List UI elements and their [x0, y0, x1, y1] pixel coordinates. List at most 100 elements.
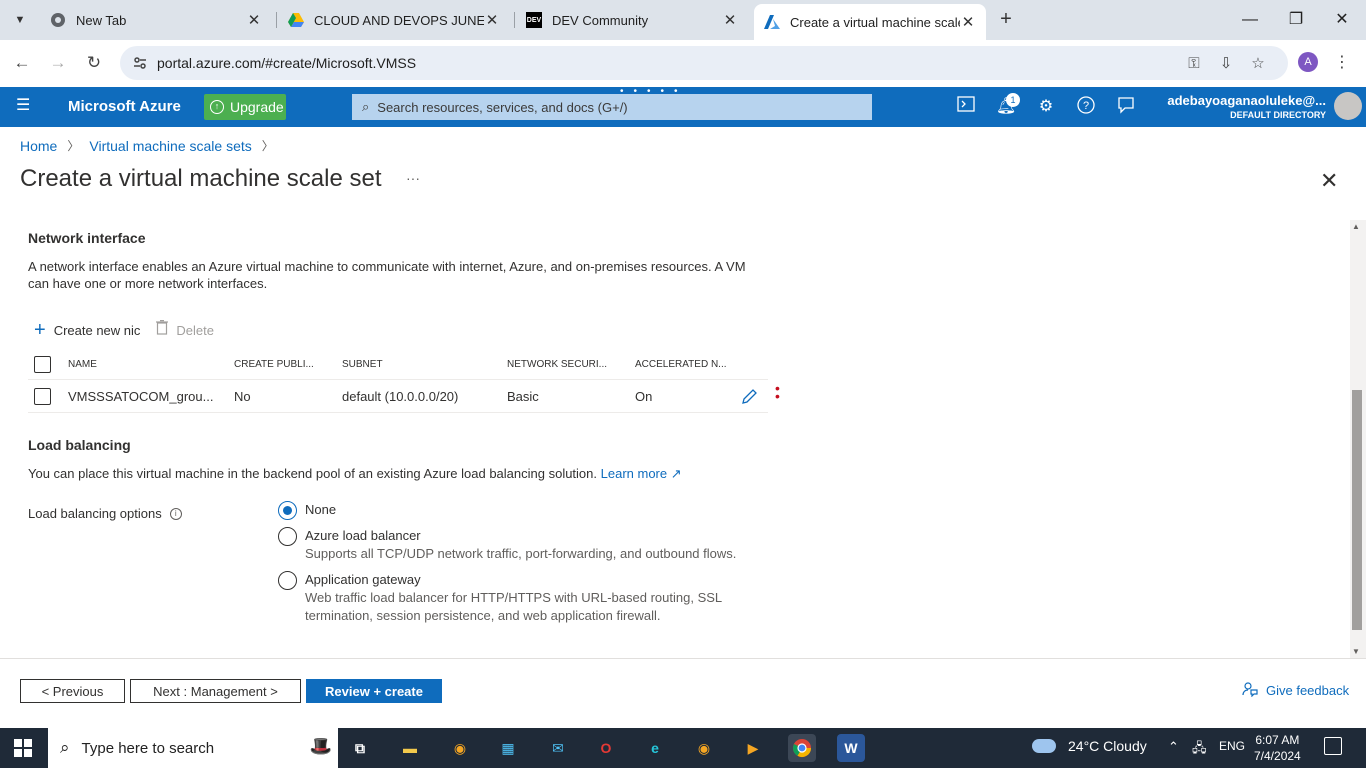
account-avatar[interactable]: [1334, 92, 1362, 120]
close-tab-icon[interactable]: ✕: [246, 11, 262, 29]
microsoft-store-icon[interactable]: ▦: [494, 734, 522, 762]
learn-more-link[interactable]: Learn more ↗: [601, 466, 682, 481]
browser-menu-icon[interactable]: ⋮: [1334, 52, 1350, 72]
row-checkbox[interactable]: [34, 380, 51, 412]
word-icon[interactable]: W: [837, 734, 865, 762]
column-header-subnet[interactable]: SUBNET: [342, 350, 383, 379]
azure-top-bar: ☰ Microsoft Azure ↑ Upgrade ••••• ⌕ Sear…: [0, 87, 1366, 127]
radio-label-azure-lb: Azure load balancer: [305, 528, 421, 543]
radio-button[interactable]: [278, 527, 297, 546]
edit-pencil-icon[interactable]: [741, 380, 758, 412]
close-blade-icon[interactable]: ✕: [1320, 168, 1338, 194]
account-directory: DEFAULT DIRECTORY: [1230, 110, 1326, 120]
info-icon[interactable]: i: [169, 507, 182, 520]
column-header-accelerated[interactable]: ACCELERATED N...: [635, 350, 727, 379]
site-info-icon[interactable]: [132, 55, 148, 71]
network-interface-heading: Network interface: [28, 230, 146, 246]
opera-icon[interactable]: O: [592, 734, 620, 762]
next-management-button[interactable]: Next : Management >: [130, 679, 301, 703]
create-new-nic-button[interactable]: + Create new nic: [34, 319, 141, 341]
media-player-icon[interactable]: ▶: [739, 734, 767, 762]
create-new-nic-label: Create new nic: [53, 322, 141, 338]
close-tab-icon[interactable]: ✕: [722, 11, 738, 29]
account-info[interactable]: adebayoaganaoluleke@... DEFAULT DIRECTOR…: [1167, 93, 1326, 120]
show-hidden-icons-chevron[interactable]: ⌃: [1168, 739, 1179, 755]
load-balancing-description: You can place this virtual machine in th…: [28, 465, 682, 482]
more-options-icon[interactable]: ···: [406, 170, 420, 186]
column-header-name[interactable]: NAME: [68, 350, 97, 379]
windows-start-icon[interactable]: [14, 739, 32, 757]
azure-brand[interactable]: Microsoft Azure: [68, 98, 181, 115]
system-clock[interactable]: 6:07 AM 7/4/2024: [1254, 732, 1301, 764]
help-question-icon[interactable]: ?: [1075, 96, 1097, 118]
tab-search-chevron-icon[interactable]: ▼: [8, 8, 32, 32]
give-feedback-link[interactable]: Give feedback: [1242, 681, 1349, 700]
install-app-icon[interactable]: ⇩: [1216, 54, 1236, 74]
svg-text:?: ?: [1083, 100, 1089, 112]
reload-icon[interactable]: ↻: [82, 51, 106, 75]
settings-gear-icon[interactable]: ⚙: [1035, 96, 1057, 118]
radio-option-application-gateway[interactable]: Application gateway Web traffic load bal…: [278, 571, 725, 625]
breadcrumb-vmss[interactable]: Virtual machine scale sets: [89, 138, 251, 154]
app-shield-icon[interactable]: ◉: [690, 734, 718, 762]
minimize-icon[interactable]: —: [1238, 8, 1262, 32]
language-indicator[interactable]: ENG: [1219, 739, 1245, 753]
global-search-input[interactable]: ⌕ Search resources, services, and docs (…: [352, 94, 872, 120]
edge-icon[interactable]: e: [641, 734, 669, 762]
column-header-nsg[interactable]: NETWORK SECURI...: [507, 350, 607, 379]
select-all-checkbox[interactable]: [34, 350, 51, 379]
feedback-person-icon[interactable]: [1115, 96, 1137, 118]
tab-cloud-devops[interactable]: CLOUD AND DEVOPS JUNE 202 ✕: [278, 4, 510, 36]
plus-icon: +: [34, 319, 46, 341]
trash-icon: [156, 320, 169, 340]
radio-button-selected[interactable]: [278, 501, 297, 520]
profile-avatar[interactable]: A: [1298, 52, 1318, 72]
previous-button[interactable]: < Previous: [20, 679, 125, 703]
clock-date: 7/4/2024: [1254, 749, 1301, 763]
review-create-button[interactable]: Review + create: [306, 679, 442, 703]
close-tab-icon[interactable]: ✕: [960, 13, 976, 31]
radio-button[interactable]: [278, 571, 297, 590]
chrome-taskbar-icon[interactable]: [788, 734, 816, 762]
network-interface-description: A network interface enables an Azure vir…: [28, 259, 746, 291]
url-text[interactable]: portal.azure.com/#create/Microsoft.VMSS: [157, 55, 416, 71]
network-icon[interactable]: 🖧︎: [1192, 739, 1207, 761]
brave-browser-icon[interactable]: ◉: [446, 734, 474, 762]
bookmark-star-icon[interactable]: ☆: [1248, 54, 1268, 74]
tab-dev-community[interactable]: DEV DEV Community ✕: [516, 4, 748, 36]
breadcrumb-home[interactable]: Home: [20, 138, 57, 154]
radio-option-azure-load-balancer[interactable]: Azure load balancer Supports all TCP/UDP…: [278, 527, 736, 563]
password-key-icon[interactable]: ⚿: [1184, 54, 1204, 74]
delete-nic-button[interactable]: Delete: [156, 320, 214, 340]
tab-new-tab[interactable]: New Tab ✕: [40, 4, 272, 36]
forward-arrow-icon[interactable]: →: [46, 51, 70, 75]
scrollbar-thumb[interactable]: [1352, 390, 1362, 630]
nic-name: VMSSSATOCOM_grou...: [68, 388, 214, 404]
load-balancing-options-text: Load balancing options: [28, 506, 162, 521]
url-omnibox[interactable]: portal.azure.com/#create/Microsoft.VMSS …: [120, 46, 1288, 80]
upgrade-button[interactable]: ↑ Upgrade: [204, 94, 286, 120]
tab-azure-create-vmss[interactable]: Create a virtual machine scale s ✕: [754, 4, 986, 40]
task-view-icon[interactable]: ⧉: [346, 734, 374, 762]
action-center-icon[interactable]: [1324, 737, 1342, 755]
row-more-options-icon[interactable]: • •: [775, 381, 781, 403]
mail-icon[interactable]: ✉: [544, 734, 572, 762]
hamburger-menu-icon[interactable]: ☰: [16, 98, 32, 114]
scroll-down-arrow-icon[interactable]: ▼: [1352, 647, 1360, 656]
weather-widget[interactable]: 24°C Cloudy: [1032, 738, 1147, 754]
radio-sub-azure-lb: Supports all TCP/UDP network traffic, po…: [305, 546, 737, 561]
scroll-up-arrow-icon[interactable]: ▲: [1352, 222, 1360, 231]
column-header-create-public-ip[interactable]: CREATE PUBLI...: [234, 350, 314, 379]
new-tab-plus-icon[interactable]: +: [994, 8, 1018, 32]
taskbar-search-box[interactable]: ⌕ Type here to search 🎩: [48, 728, 338, 768]
close-tab-icon[interactable]: ✕: [484, 11, 500, 29]
file-explorer-icon[interactable]: ▬: [396, 734, 424, 762]
window-close-icon[interactable]: ✕: [1330, 8, 1354, 32]
load-balancing-options-label: Load balancing options i: [28, 505, 182, 522]
table-row[interactable]: VMSSSATOCOM_grou... No default (10.0.0.0…: [28, 380, 780, 413]
back-arrow-icon[interactable]: ←: [10, 51, 34, 75]
content-scrollbar[interactable]: ▲ ▼: [1350, 220, 1366, 658]
radio-option-none[interactable]: None: [278, 501, 336, 520]
cloud-shell-icon[interactable]: [955, 96, 977, 118]
restore-icon[interactable]: ❐: [1284, 8, 1308, 32]
